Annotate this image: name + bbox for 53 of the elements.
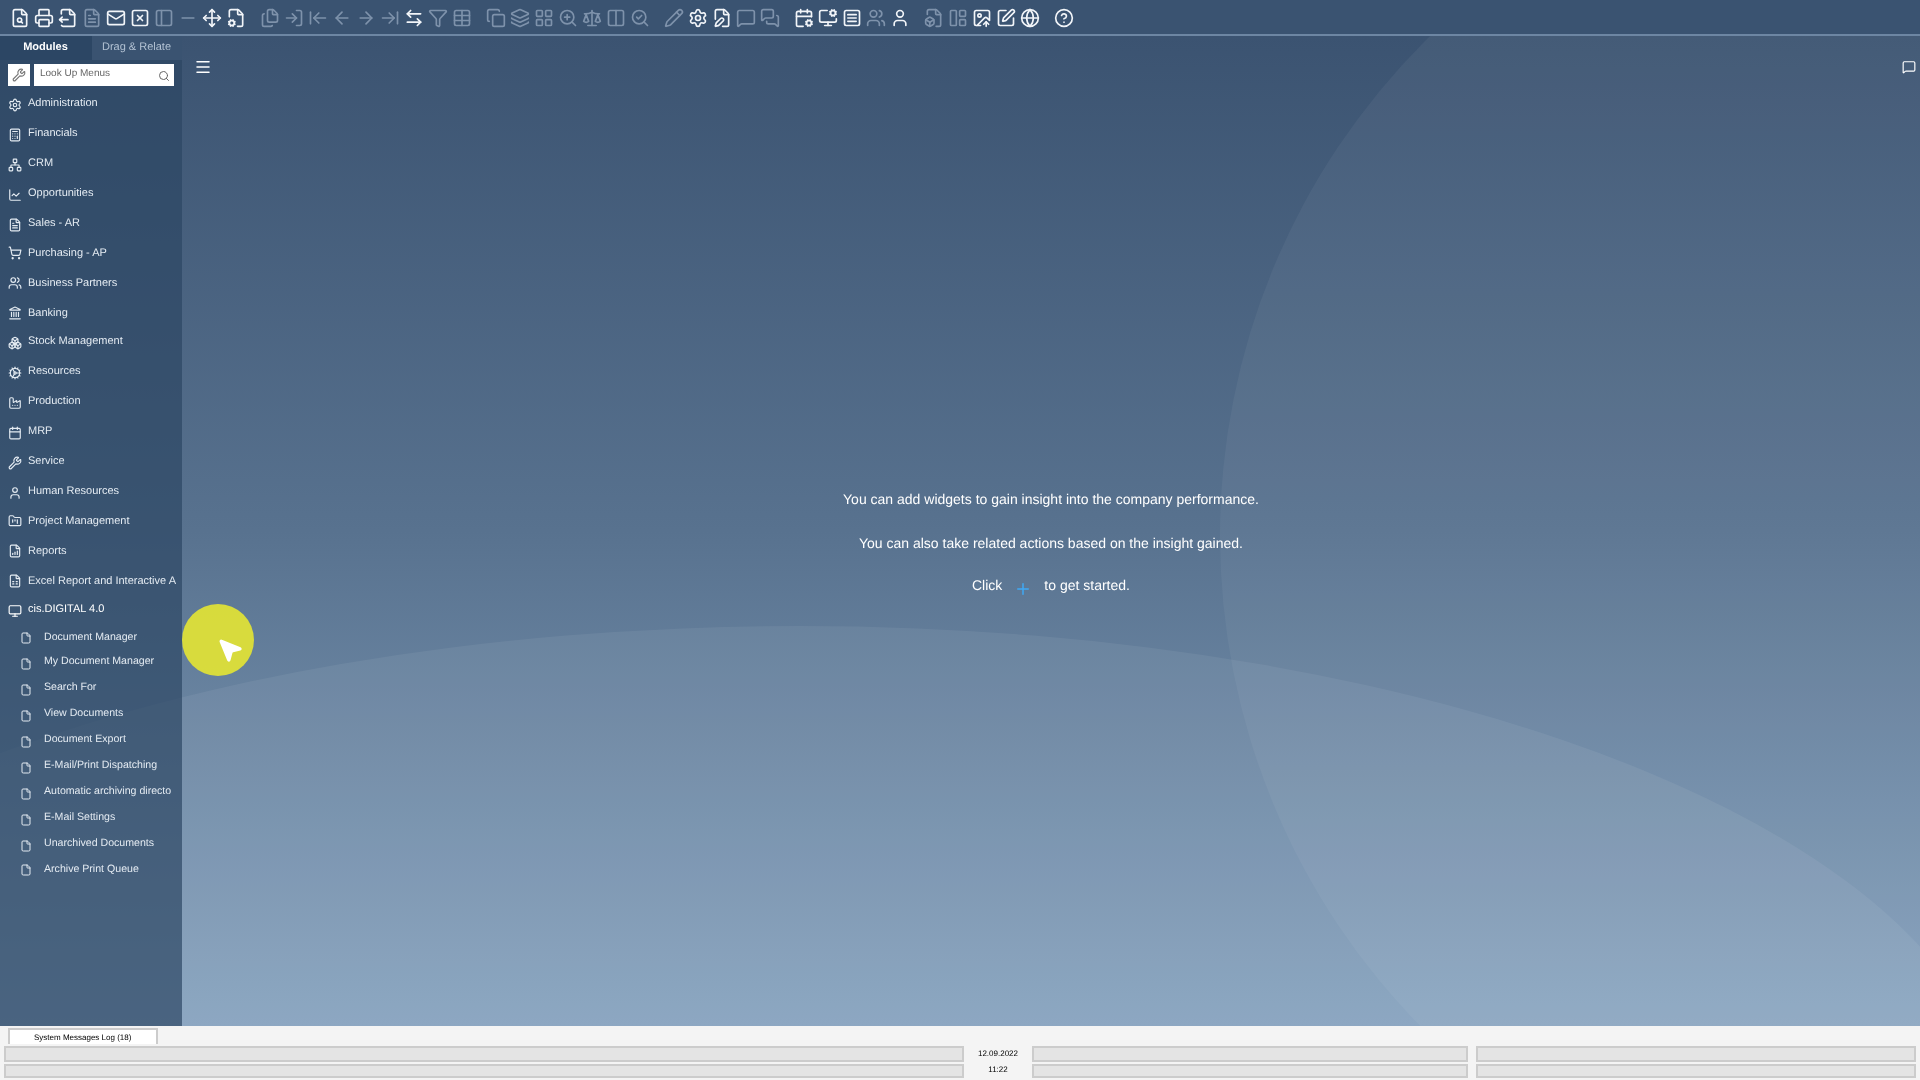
boxes-icon bbox=[8, 336, 22, 351]
folder-icon bbox=[8, 514, 22, 529]
calendar-icon bbox=[8, 425, 22, 440]
people-icon bbox=[8, 276, 22, 291]
menu-icon[interactable] bbox=[194, 58, 212, 76]
chat-icon[interactable] bbox=[1902, 60, 1916, 74]
document-icon bbox=[20, 710, 32, 723]
document-icon bbox=[20, 658, 32, 671]
factory-icon bbox=[8, 395, 22, 410]
find-icon[interactable] bbox=[8, 6, 30, 28]
calendar-icon[interactable] bbox=[792, 6, 814, 28]
monitor-icon[interactable] bbox=[816, 6, 838, 28]
document-icon bbox=[20, 632, 32, 645]
image-icon[interactable] bbox=[970, 6, 992, 28]
help-icon[interactable] bbox=[1052, 6, 1074, 28]
add-widget-icon[interactable] bbox=[1014, 579, 1033, 598]
print-icon[interactable] bbox=[32, 6, 54, 28]
settings-button[interactable] bbox=[8, 64, 30, 86]
document-icon bbox=[20, 787, 32, 800]
globe-icon[interactable] bbox=[1018, 6, 1040, 28]
calculator-icon bbox=[8, 127, 22, 142]
settings-icon[interactable] bbox=[686, 6, 708, 28]
cursor-highlight bbox=[182, 604, 254, 676]
edit-icon[interactable] bbox=[994, 6, 1016, 28]
document-icon bbox=[20, 813, 32, 826]
document-icon bbox=[20, 839, 32, 852]
export-icon[interactable] bbox=[56, 6, 78, 28]
report-icon bbox=[8, 544, 22, 559]
bank-icon bbox=[8, 306, 22, 321]
move-icon[interactable] bbox=[200, 6, 222, 28]
close-icon[interactable] bbox=[128, 6, 150, 28]
wrench-icon bbox=[8, 455, 22, 470]
document-icon bbox=[20, 736, 32, 749]
gear-icon bbox=[8, 97, 22, 112]
spreadsheet-icon bbox=[8, 574, 22, 589]
user-icon[interactable] bbox=[888, 6, 910, 28]
document-icon bbox=[20, 864, 32, 877]
document-icon bbox=[8, 217, 22, 231]
search-icon bbox=[158, 69, 170, 81]
document-icon bbox=[20, 761, 32, 774]
mail-icon[interactable] bbox=[104, 6, 126, 28]
cog-icon bbox=[8, 365, 22, 380]
person-icon bbox=[8, 485, 22, 500]
cart-icon bbox=[8, 246, 22, 261]
cursor-icon bbox=[216, 636, 244, 664]
chart-icon bbox=[8, 187, 22, 202]
document-icon bbox=[20, 684, 32, 697]
settings-icon[interactable] bbox=[224, 6, 246, 28]
network-icon bbox=[8, 157, 22, 172]
swap-icon[interactable] bbox=[402, 6, 424, 28]
monitor-icon bbox=[8, 604, 22, 619]
edit-icon[interactable] bbox=[710, 6, 732, 28]
menu-icon[interactable] bbox=[840, 6, 862, 28]
